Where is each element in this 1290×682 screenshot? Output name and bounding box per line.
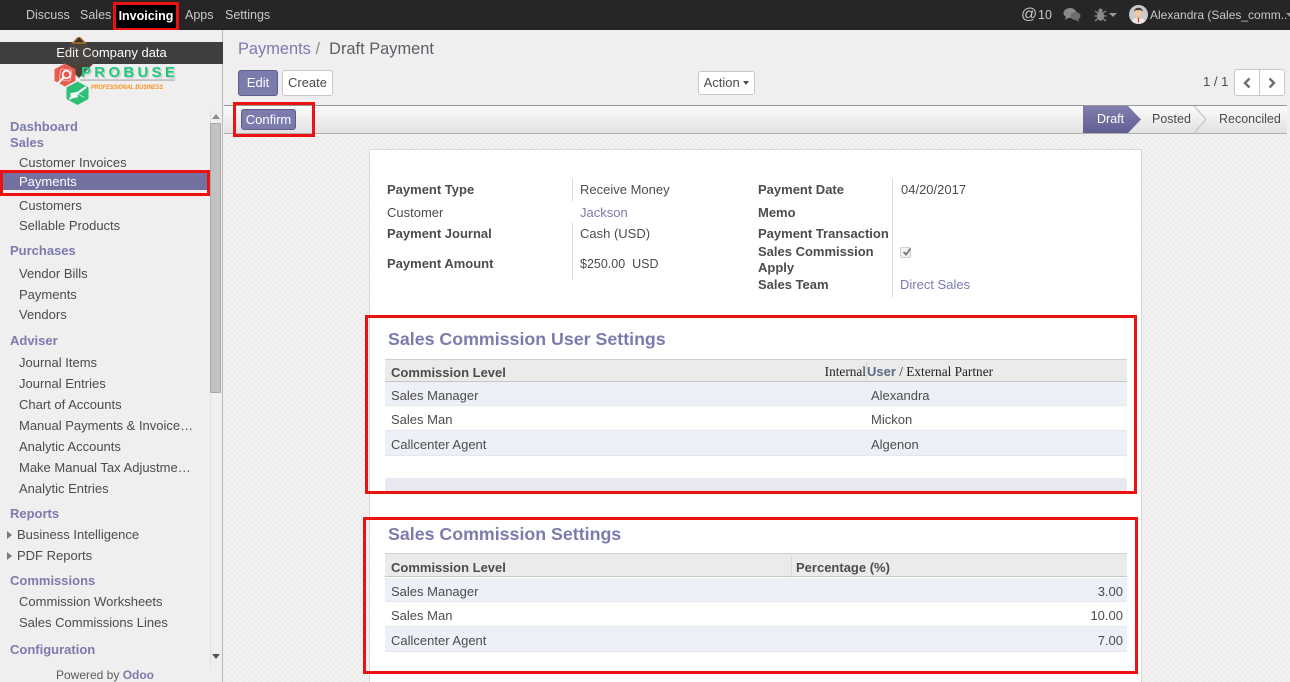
svg-text:PROBUSE: PROBUSE bbox=[81, 64, 175, 81]
svg-text:PROFESSIONAL BUSINESS: PROFESSIONAL BUSINESS bbox=[91, 84, 164, 91]
